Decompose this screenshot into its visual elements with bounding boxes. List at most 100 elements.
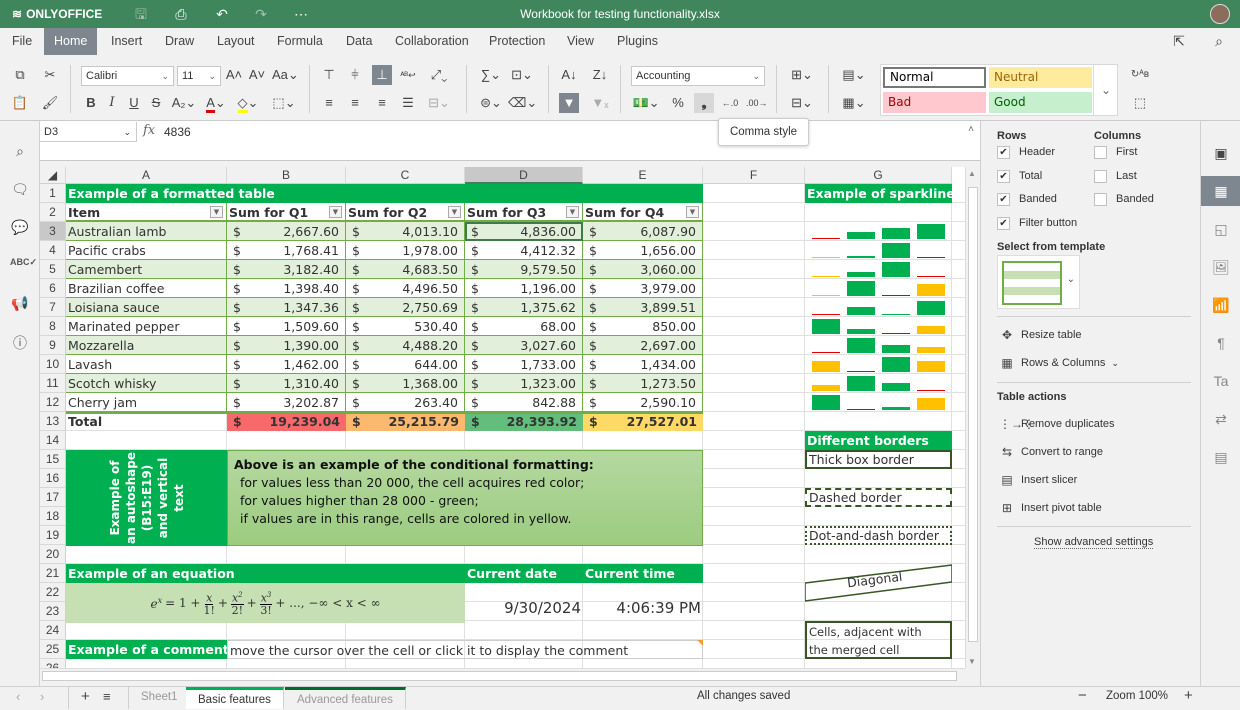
table-value-cell[interactable]: $2,750.69 [346, 298, 465, 317]
pivot-settings-icon[interactable]: ⇄ [1201, 404, 1240, 434]
thick-border-cell[interactable]: Thick box border [805, 450, 952, 469]
row-header-13[interactable]: 13 [40, 412, 66, 431]
scroll-up-icon[interactable]: ▲ [968, 169, 976, 178]
row-header-1[interactable]: 1 [40, 184, 66, 203]
sum-icon[interactable]: ∑⌄ [477, 65, 505, 85]
table-value-cell[interactable]: $644.00 [346, 355, 465, 374]
tab-layout[interactable]: Layout [207, 28, 265, 55]
table-header-cell[interactable]: Sum for Q4 ▼ [583, 203, 703, 222]
table-value-cell[interactable]: $1,398.40 [227, 279, 346, 298]
table-value-cell[interactable]: $3,202.87 [227, 393, 346, 412]
table-settings-icon[interactable]: ▦ [1201, 176, 1240, 206]
equation-title[interactable]: Example of an equation [66, 564, 465, 583]
align-top-icon[interactable]: ⊤ [319, 65, 339, 85]
table-template-picker[interactable]: ⌄ [997, 255, 1080, 309]
row-header-16[interactable]: 16 [40, 469, 66, 488]
tab-home[interactable]: Home [44, 28, 98, 55]
row-header-4[interactable]: 4 [40, 241, 66, 260]
column-header-f[interactable]: F [703, 167, 805, 184]
feedback-icon[interactable]: 📢 [10, 295, 30, 315]
table-value-cell[interactable]: $3,899.51 [583, 298, 703, 317]
copy-icon[interactable]: ⧉ [10, 65, 30, 85]
search-icon[interactable]: ⌕ [1210, 32, 1228, 50]
filter-icon[interactable]: ▼ [559, 93, 579, 113]
number-format-select[interactable]: Accounting ⌄ [631, 66, 765, 86]
vertical-scrollbar[interactable]: ▲ ▼ [965, 167, 980, 668]
about-icon[interactable]: ⓘ [10, 333, 30, 353]
delete-cells-icon[interactable]: ⊟⌄ [788, 93, 816, 113]
table-value-cell[interactable]: $1,656.00 [583, 241, 703, 260]
sheet-tab-basic-features[interactable]: Basic features [186, 687, 284, 709]
comments-icon[interactable]: 🗨 [10, 181, 30, 201]
font-name-select[interactable]: Calibri ⌄ [81, 66, 174, 86]
row-header-3[interactable]: 3 [40, 222, 66, 241]
convert-to-range-button[interactable]: ⇆ Convert to range [999, 445, 1103, 459]
table-value-cell[interactable]: $1,323.00 [465, 374, 583, 393]
cell-settings-icon[interactable]: ▣ [1201, 138, 1240, 168]
chart-settings-icon[interactable]: 📶 [1201, 290, 1240, 320]
row-header-14[interactable]: 14 [40, 431, 66, 450]
shape-settings-icon[interactable]: ◱ [1201, 214, 1240, 244]
replace-icon[interactable]: ↻ᴬʙ [1130, 65, 1150, 85]
table-value-cell[interactable]: $2,697.00 [583, 336, 703, 355]
style-normal[interactable]: Normal [883, 67, 986, 88]
table-value-cell[interactable]: $1,462.00 [227, 355, 346, 374]
wrap-text-icon[interactable]: ᴬᴮ↩ [398, 65, 418, 85]
horizontal-scroll-thumb[interactable] [42, 671, 957, 681]
remove-duplicates-button[interactable]: ⋮→⋮ Remove duplicates [999, 417, 1115, 431]
next-sheet-icon[interactable]: › [40, 689, 44, 704]
equation-cell[interactable]: ex = 1 + x 1! + x2 2! + x3 3! + ..., −∞ < x < ∞ [66, 583, 465, 623]
resize-table-button[interactable]: ✥ Resize table [999, 328, 1082, 342]
fill-color-icon[interactable]: ◇⌄ [234, 93, 262, 113]
column-header-g[interactable]: G [805, 167, 952, 184]
table-value-cell[interactable]: $3,182.40 [227, 260, 346, 279]
borders-title[interactable]: Different borders [805, 431, 952, 450]
row-header-5[interactable]: 5 [40, 260, 66, 279]
table-header-cell[interactable]: Sum for Q1 ▼ [227, 203, 346, 222]
format-painter-icon[interactable]: 🖌 [40, 93, 60, 113]
row-header-15[interactable]: 15 [40, 450, 66, 469]
table-value-cell[interactable]: $1,768.41 [227, 241, 346, 260]
more-icon[interactable]: ⋯ [292, 5, 310, 23]
row-option-checkbox[interactable]: ✔ [997, 169, 1010, 183]
total-value-cell[interactable]: $28,393.92 [465, 412, 583, 431]
increase-font-icon[interactable]: A˄ [224, 65, 244, 85]
sort-descending-icon[interactable]: Z↓ [590, 65, 610, 85]
total-value-cell[interactable]: $27,527.01 [583, 412, 703, 431]
column-header-c[interactable]: C [346, 167, 465, 184]
paragraph-settings-icon[interactable]: ¶ [1201, 328, 1240, 358]
print-icon[interactable]: ⎙ [172, 5, 190, 23]
table-item-cell[interactable]: Cherry jam [66, 393, 227, 412]
table-value-cell[interactable]: $850.00 [583, 317, 703, 336]
redo-icon[interactable]: ↷ [252, 5, 270, 23]
row-header-18[interactable]: 18 [40, 507, 66, 526]
column-header-e[interactable]: E [583, 167, 703, 184]
column-option-checkbox[interactable] [1094, 169, 1107, 183]
row-option-label[interactable]: Banded [1019, 193, 1057, 205]
conditional-formatting-note[interactable]: Above is an example of the conditional f… [227, 450, 703, 546]
tab-data[interactable]: Data [336, 28, 382, 55]
total-value-cell[interactable]: $25,215.79 [346, 412, 465, 431]
spreadsheet-grid[interactable]: ◢ ABCDEFG 1 2 3 4 5 6 7 8 9 10 11 12 13 14 15 16 17 18 19 2… [40, 167, 965, 668]
zoom-out-icon[interactable]: − [1078, 687, 1087, 704]
column-option-label[interactable]: Banded [1116, 193, 1154, 205]
total-value-cell[interactable]: $19,239.04 [227, 412, 346, 431]
current-time-label[interactable]: Current time [583, 564, 703, 583]
row-header-11[interactable]: 11 [40, 374, 66, 393]
merged-cell[interactable]: Cells, adjacent with the merged cell [805, 621, 952, 659]
align-center-icon[interactable]: ≡ [345, 93, 365, 113]
sheet-tab-advanced-features[interactable]: Advanced features [285, 687, 406, 709]
style-bad[interactable]: Bad [883, 92, 986, 113]
table-value-cell[interactable]: $1,390.00 [227, 336, 346, 355]
table-item-cell[interactable]: Pacific crabs [66, 241, 227, 260]
table-item-cell[interactable]: Scotch whisky [66, 374, 227, 393]
tab-formula[interactable]: Formula [267, 28, 333, 55]
table-value-cell[interactable]: $1,375.62 [465, 298, 583, 317]
row-option-label[interactable]: Total [1019, 170, 1042, 182]
table-value-cell[interactable]: $1,434.00 [583, 355, 703, 374]
decrease-font-icon[interactable]: A˅ [247, 65, 267, 85]
table-value-cell[interactable]: $1,196.00 [465, 279, 583, 298]
font-color-icon[interactable]: A⌄ [202, 93, 230, 113]
total-label[interactable]: Total [66, 412, 227, 431]
strikethrough-icon[interactable]: S [146, 93, 166, 113]
